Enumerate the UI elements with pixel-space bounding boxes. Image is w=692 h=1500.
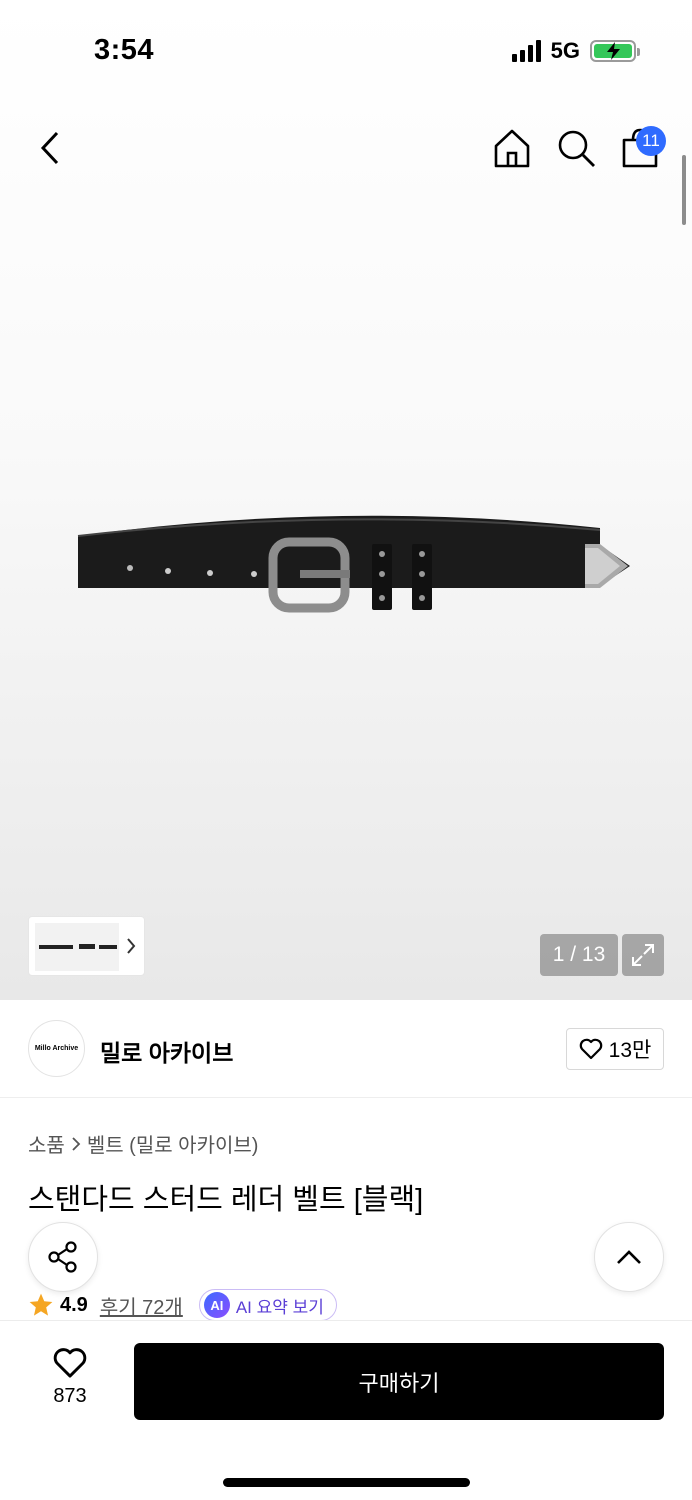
back-button[interactable] [30,128,70,168]
home-icon [494,129,530,168]
breadcrumb-item-belt[interactable]: 벨트 (밀로 아카이브) [87,1129,259,1158]
scroll-indicator [682,155,686,225]
image-counter: 1 / 13 [540,934,618,976]
buy-button[interactable]: 구매하기 [134,1343,664,1420]
brand-row: Millo Archive 밀로 아카이브 13만 [0,1000,692,1098]
network-label: 5G [550,38,580,63]
heart-icon [53,1348,87,1378]
thumbnail-image [35,923,119,971]
star-icon [29,1293,53,1316]
signal-icon [511,40,541,62]
reviews-link[interactable]: 후기 72개 [100,1291,183,1320]
wishlist-button[interactable]: 873 [30,1347,110,1417]
home-button[interactable] [490,126,534,170]
breadcrumb-item-accessories[interactable]: 소품 [28,1129,65,1158]
product-image [77,515,630,613]
brand-like-count: 13만 [608,1039,652,1062]
breadcrumb: 소품 벨트 (밀로 아카이브) [28,1129,258,1158]
top-nav [0,112,692,188]
brand-logo[interactable]: Millo Archive [28,1020,85,1077]
wishlist-count: 873 [53,1385,87,1407]
thumbnail-strip-button[interactable] [28,916,145,976]
share-button[interactable] [28,1222,98,1292]
home-indicator [223,1478,470,1487]
rating-score: 4.9 [60,1293,88,1316]
back-icon [40,131,59,165]
status-bar: 3:54 5G [0,0,692,100]
ai-summary-label: AI 요약 보기 [235,1297,324,1317]
heart-icon [579,1038,602,1060]
ai-summary-button[interactable]: AI AI 요약 보기 [198,1289,337,1321]
share-icon [48,1241,77,1273]
bottom-action-bar: 873 구매하기 [0,1320,692,1500]
status-indicators: 5G [511,38,640,64]
brand-name[interactable]: 밀로 아카이브 [100,1034,233,1068]
battery-icon [590,40,640,62]
expand-icon [632,944,654,966]
rating-row: 4.9 후기 72개 AI AI 요약 보기 [28,1288,337,1322]
chevron-right-icon [127,938,136,954]
search-button[interactable] [554,126,598,170]
ai-icon: AI [203,1292,230,1318]
status-time: 3:54 [94,34,155,66]
chevron-right-icon [72,1136,81,1151]
chevron-up-icon [617,1250,641,1264]
scroll-top-button[interactable] [594,1222,664,1292]
search-icon [558,130,595,167]
product-title: 스탠다드 스터드 레더 벨트 [블랙] [28,1184,424,1216]
brand-like-button[interactable]: 13만 [566,1028,664,1070]
cart-count-badge: 11 [636,126,666,156]
expand-button[interactable] [622,934,664,976]
